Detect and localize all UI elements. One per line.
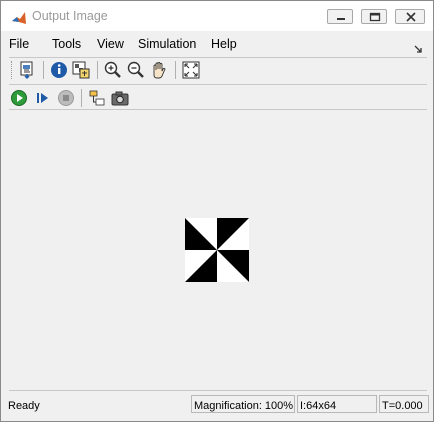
dock-arrow-icon[interactable] [414, 40, 422, 53]
menu-help[interactable]: Help [211, 37, 237, 51]
info-icon[interactable] [49, 60, 69, 80]
toolbar-separator [9, 109, 427, 110]
menu-simulation[interactable]: Simulation [138, 37, 196, 51]
maximize-button[interactable] [361, 9, 387, 24]
menu-file[interactable]: File [9, 37, 29, 51]
snapshot-camera-icon[interactable] [110, 88, 130, 108]
run-icon[interactable] [9, 88, 29, 108]
status-bar: Ready Magnification: 100% I:64x64 T=0.00… [1, 393, 433, 421]
image-display-area[interactable] [7, 112, 427, 390]
matlab-app-icon [11, 10, 27, 26]
toolbar-divider [175, 61, 176, 79]
status-separator [9, 390, 427, 391]
toolbar-divider [81, 89, 82, 107]
status-ready: Ready [8, 400, 40, 412]
image-toolbar [1, 57, 433, 83]
menu-bar: File Tools View Simulation Help [1, 31, 433, 57]
toolbar-divider [43, 61, 44, 79]
stop-icon [56, 88, 76, 108]
simulation-time: T=0.000 [382, 400, 423, 412]
pan-hand-icon[interactable] [149, 60, 169, 80]
pixel-region-icon[interactable] [71, 60, 91, 80]
output-image-window: Output Image File Tools View Simulation … [0, 0, 434, 422]
magnification-readout: Magnification: 100% [194, 400, 294, 412]
simulation-toolbar [1, 85, 433, 111]
toolbar-grip[interactable] [11, 61, 14, 79]
zoom-in-icon[interactable] [103, 60, 123, 80]
menu-view[interactable]: View [97, 37, 124, 51]
window-title: Output Image [32, 9, 108, 23]
menu-tools[interactable]: Tools [52, 37, 81, 51]
output-image-pinwheel [185, 218, 249, 282]
toolbar-divider [97, 61, 98, 79]
fit-to-window-icon[interactable] [181, 60, 201, 80]
step-forward-icon[interactable] [33, 88, 53, 108]
close-button[interactable] [395, 9, 425, 24]
minimize-button[interactable] [327, 9, 353, 24]
print-icon[interactable] [17, 60, 37, 80]
zoom-out-icon[interactable] [126, 60, 146, 80]
title-bar[interactable]: Output Image [1, 1, 433, 31]
highlight-block-icon[interactable] [87, 88, 107, 108]
image-dimensions: I:64x64 [300, 400, 337, 412]
